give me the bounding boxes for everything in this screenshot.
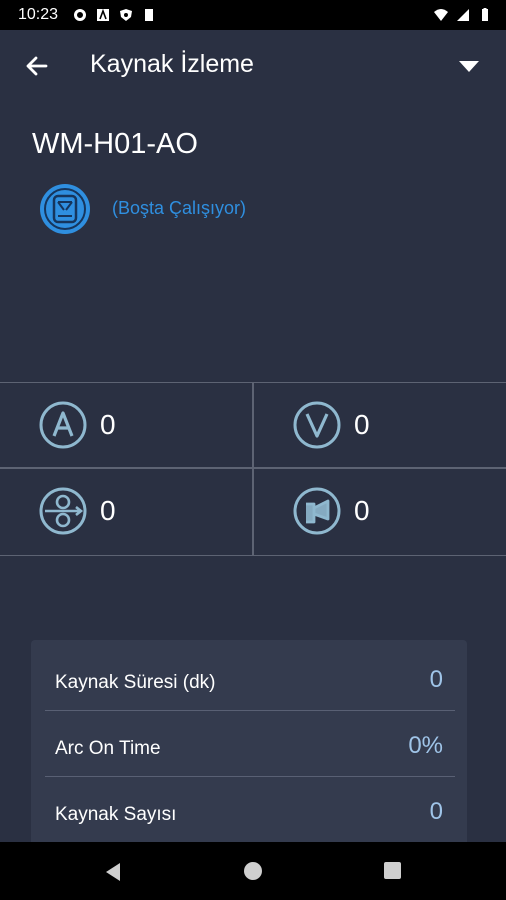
wifi-icon [434, 9, 448, 21]
device-name: WM-H01-AO [32, 128, 198, 160]
sd-card-icon [145, 9, 154, 21]
metric-gas-flow: 0 [254, 469, 506, 553]
welding-machine-status-icon [40, 184, 90, 234]
app-bar: Kaynak İzleme [0, 30, 506, 102]
stat-row-arc-on-time: Arc On Time 0% [45, 710, 455, 777]
metric-current-value: 0 [100, 409, 116, 440]
notification-a-icon [97, 8, 110, 21]
page-title: Kaynak İzleme [90, 50, 254, 78]
metric-voltage: 0 [254, 383, 506, 467]
metric-voltage-value: 0 [354, 409, 370, 440]
signal-icon [457, 9, 469, 21]
gas-flow-icon [293, 487, 341, 535]
battery-icon [482, 8, 488, 21]
stat-row-weld-count: Kaynak Sayısı 0 [45, 776, 455, 843]
settings-icon [74, 9, 87, 21]
back-arrow-icon[interactable] [22, 51, 52, 81]
metrics-grid: 0 0 0 0 [0, 382, 506, 556]
nav-home-icon[interactable] [244, 862, 262, 880]
status-bar: 10:23 [0, 0, 506, 30]
stat-label: Kaynak Süresi (dk) [55, 672, 216, 693]
metric-wire-feed-value: 0 [100, 495, 116, 526]
nav-recents-icon[interactable] [384, 862, 401, 879]
wire-feed-icon [39, 487, 87, 535]
stats-card: Kaynak Süresi (dk) 0 Arc On Time 0% Kayn… [31, 640, 467, 860]
metric-wire-feed: 0 [0, 469, 252, 553]
ampere-icon [39, 401, 87, 449]
stat-label: Kaynak Sayısı [55, 804, 177, 825]
stat-label: Arc On Time [55, 738, 161, 759]
metric-gas-flow-value: 0 [354, 495, 370, 526]
stat-value: 0 [429, 666, 443, 693]
status-time: 10:23 [18, 6, 59, 23]
stat-row-welding-time: Kaynak Süresi (dk) 0 [45, 644, 455, 711]
dropdown-arrow-icon[interactable] [458, 58, 480, 74]
shield-icon [120, 9, 133, 21]
metric-current: 0 [0, 383, 252, 467]
voltage-icon [293, 401, 341, 449]
stat-value: 0% [408, 732, 443, 759]
device-status: (Boşta Çalışıyor) [112, 198, 247, 218]
nav-back-icon[interactable] [103, 862, 123, 882]
stat-value: 0 [429, 798, 443, 825]
